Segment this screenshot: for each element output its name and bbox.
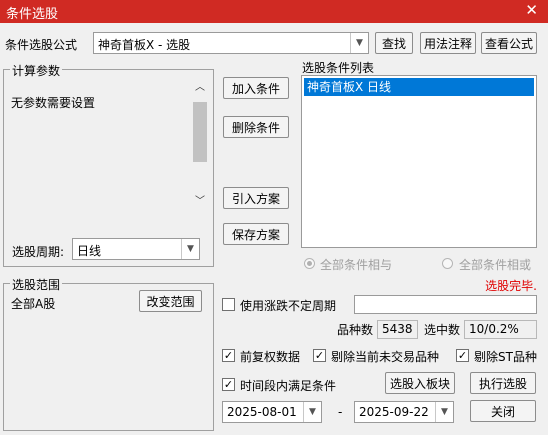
unfixed-period-checkbox[interactable]	[222, 298, 235, 311]
run-select-button[interactable]: 执行选股	[470, 372, 536, 394]
close-button[interactable]: 关闭	[470, 400, 536, 422]
scrollbar-thumb[interactable]	[193, 102, 207, 162]
find-button[interactable]: 查找	[375, 32, 413, 54]
period-select[interactable]: 日线 ▼	[72, 238, 200, 260]
unfixed-period-label: 使用涨跌不定周期	[240, 299, 337, 313]
time-range-checkbox[interactable]: ✓	[222, 378, 235, 391]
date-dash: -	[338, 405, 343, 419]
period-label: 选股周期:	[12, 245, 65, 259]
condition-select-window: 条件选股 ✕ 条件选股公式 神奇首板X - 选股 ▼ 查找 用法注释 查看公式 …	[0, 0, 548, 435]
exclude-no-trade-label: 剔除当前未交易品种	[331, 350, 440, 364]
conditions-label: 选股条件列表	[302, 61, 375, 75]
radio-and[interactable]	[304, 258, 315, 269]
exclude-st-checkbox[interactable]: ✓	[456, 349, 469, 362]
scroll-up-icon[interactable]: ︿	[192, 80, 208, 96]
conditions-list[interactable]: 神奇首板X 日线	[301, 75, 537, 248]
formula-value: 神奇首板X - 选股	[98, 38, 191, 52]
date-to-value: 2025-09-22	[359, 405, 429, 419]
exclude-st-label: 剔除ST品种	[474, 350, 537, 364]
params-message: 无参数需要设置	[11, 96, 96, 110]
time-range-label: 时间段内满足条件	[240, 379, 337, 393]
close-icon[interactable]: ✕	[525, 1, 538, 19]
date-from-select[interactable]: 2025-08-01 ▼	[222, 401, 322, 423]
pre-adjust-label: 前复权数据	[240, 350, 301, 364]
chevron-down-icon[interactable]: ▼	[435, 402, 453, 422]
count-label: 品种数	[337, 323, 374, 337]
period-value: 日线	[77, 244, 102, 258]
status-text: 选股完毕.	[485, 279, 537, 293]
formula-select[interactable]: 神奇首板X - 选股 ▼	[93, 32, 369, 54]
usage-button[interactable]: 用法注释	[420, 32, 476, 54]
chevron-down-icon[interactable]: ▼	[181, 239, 199, 259]
pre-adjust-checkbox[interactable]: ✓	[222, 349, 235, 362]
condition-list-item[interactable]: 神奇首板X 日线	[304, 78, 534, 96]
scroll-down-icon[interactable]: ﹀	[192, 194, 208, 210]
formula-label: 条件选股公式	[5, 38, 78, 52]
chevron-down-icon[interactable]: ▼	[350, 33, 368, 53]
selected-value: 10/0.2%	[464, 320, 537, 339]
date-from-value: 2025-08-01	[227, 405, 297, 419]
radio-or-label: 全部条件相或	[459, 258, 532, 272]
title-bar: 条件选股 ✕	[0, 0, 548, 23]
delete-condition-button[interactable]: 删除条件	[223, 116, 289, 138]
window-title: 条件选股	[6, 7, 59, 22]
select-to-block-button[interactable]: 选股入板块	[385, 372, 455, 394]
selected-label: 选中数	[424, 323, 461, 337]
radio-or[interactable]	[442, 258, 453, 269]
save-plan-button[interactable]: 保存方案	[223, 223, 289, 245]
unfixed-period-input[interactable]	[354, 295, 537, 314]
exclude-no-trade-checkbox[interactable]: ✓	[313, 349, 326, 362]
view-formula-button[interactable]: 查看公式	[481, 32, 537, 54]
count-value: 5438	[377, 320, 418, 339]
add-condition-button[interactable]: 加入条件	[223, 77, 289, 99]
range-group-label: 选股范围	[10, 276, 63, 293]
chevron-down-icon[interactable]: ▼	[303, 402, 321, 422]
params-scrollbar[interactable]: ︿ ﹀	[192, 80, 208, 213]
params-group-label: 计算参数	[10, 62, 63, 79]
radio-and-label: 全部条件相与	[320, 258, 393, 272]
import-plan-button[interactable]: 引入方案	[223, 187, 289, 209]
date-to-select[interactable]: 2025-09-22 ▼	[354, 401, 454, 423]
range-value: 全部A股	[11, 297, 56, 311]
change-range-button[interactable]: 改变范围	[139, 290, 202, 312]
